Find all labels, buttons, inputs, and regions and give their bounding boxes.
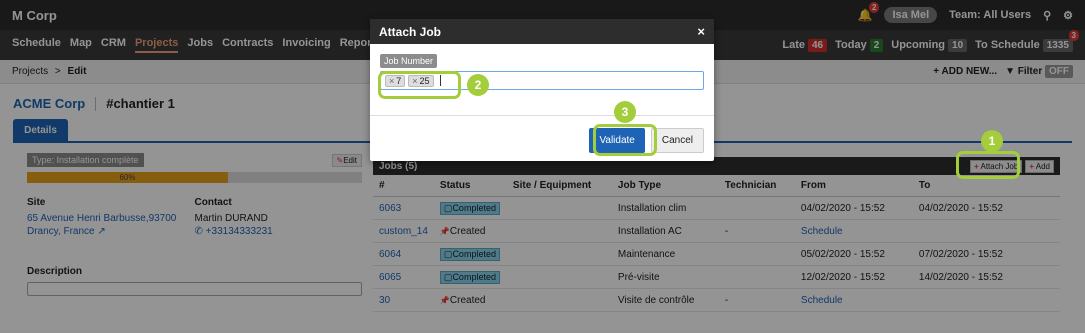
step-3-marker: 3	[614, 101, 636, 123]
highlight-validate	[593, 124, 657, 156]
step-2-marker: 2	[467, 74, 489, 96]
close-icon[interactable]: ×	[697, 24, 705, 39]
modal-header: Attach Job ×	[370, 19, 714, 44]
highlight-job-tags	[378, 71, 461, 99]
modal-title: Attach Job	[379, 24, 442, 39]
cancel-button[interactable]: Cancel	[650, 128, 704, 153]
job-number-label: Job Number	[380, 54, 438, 68]
highlight-attach-job	[956, 151, 1020, 179]
step-1-marker: 1	[981, 130, 1003, 152]
modal-footer: Validate Cancel	[370, 116, 714, 165]
page: M Corp 🔔 2 Isa Mel Team: All Users ⚲ ⚙ Sc…	[0, 0, 1085, 333]
